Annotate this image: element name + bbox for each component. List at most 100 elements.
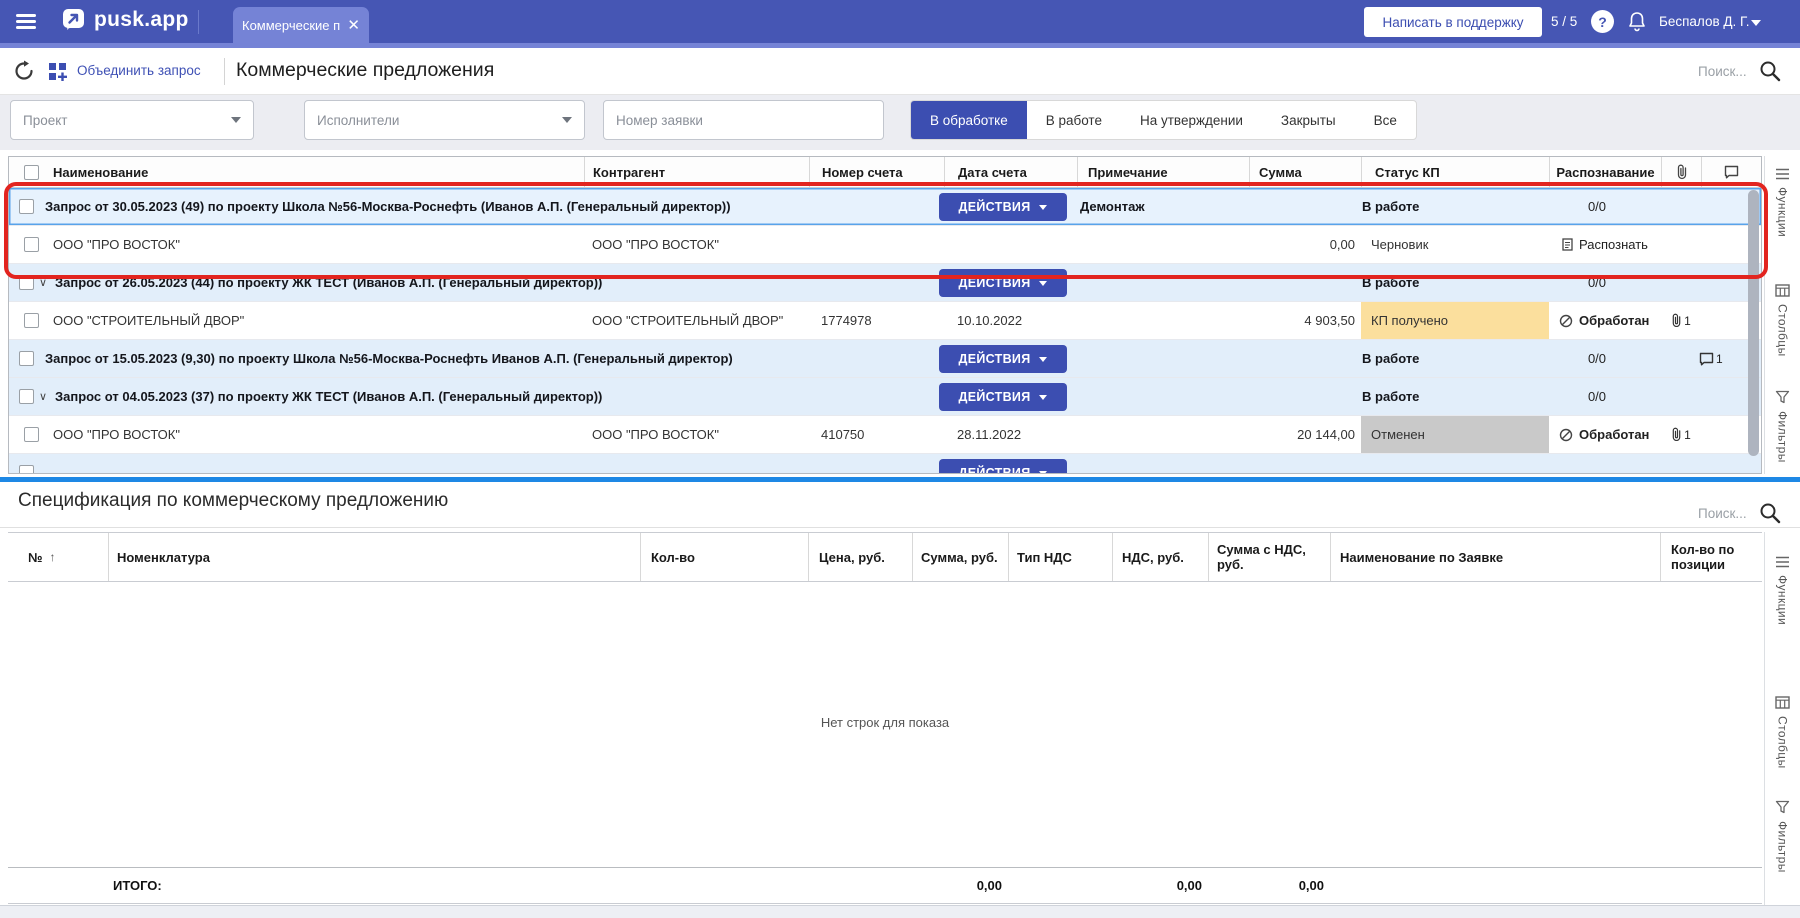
table-row-item-2[interactable]: ООО "СТРОИТЕЛЬНЫЙ ДВОР" ООО "СТРОИТЕЛЬНЫ… [9,302,1761,340]
attachment-count-label: 1 [1684,313,1691,328]
col-attachments[interactable] [1661,157,1701,187]
search-icon[interactable] [1758,59,1782,83]
panel-filters-label: Фильтры [1775,411,1790,463]
row-checkbox[interactable] [23,313,39,328]
col-invoice-number[interactable]: Номер счета [809,157,944,187]
tab-close-icon[interactable]: ✕ [347,18,360,33]
col-note[interactable]: Примечание [1077,157,1249,187]
tab-all[interactable]: Все [1355,101,1416,139]
top-app-bar: pusk.app Коммерческие предл ✕ Написать в… [0,0,1800,43]
hamburger-menu-icon[interactable] [16,14,36,29]
chevron-down-icon [1039,280,1048,286]
tab-label: Коммерческие предл [242,17,341,33]
panel-functions[interactable]: Функции [1765,556,1800,625]
col-num[interactable]: № ↑ [8,533,108,581]
col-request-name[interactable]: Наименование по Заявке [1330,533,1660,581]
app-logo[interactable]: pusk.app [62,8,189,32]
col-sum[interactable]: Сумма, руб. [912,533,1008,581]
col-status[interactable]: Статус КП [1361,157,1549,187]
col-qty-position[interactable]: Кол-во по позиции [1660,533,1762,581]
row-checkbox[interactable] [19,389,34,404]
col-comments[interactable] [1701,157,1761,187]
invoice-date-cell: 10.10.2022 [957,313,1023,328]
user-menu[interactable]: Беспалов Д. Г. [1659,14,1749,29]
collapse-chevron-icon[interactable]: ∨ [39,378,47,415]
collapse-chevron-icon[interactable]: ∨ [39,264,47,301]
row-checkbox[interactable] [19,465,34,473]
attachment-count[interactable]: 1 [1671,313,1691,328]
row-checkbox[interactable] [23,427,39,442]
recognize-button[interactable]: Распознать [1562,237,1648,252]
merge-request-link[interactable]: Объединить запрос [77,63,201,78]
app-name: pusk.app [94,8,189,31]
actions-button[interactable]: ДЕЙСТВИЯ [939,269,1067,297]
spec-search-placeholder[interactable]: Поиск... [1698,506,1747,521]
chevron-down-icon [562,117,572,123]
table-row-group-partial[interactable]: ДЕЙСТВИЯ [9,454,1761,473]
refresh-icon[interactable] [13,60,35,82]
request-number-input[interactable] [603,100,884,140]
col-price[interactable]: Цена, руб. [808,533,912,581]
attachment-count[interactable]: 1 [1671,427,1691,442]
help-icon[interactable]: ? [1591,10,1614,33]
panel-filters[interactable]: Фильтры [1765,390,1800,463]
sort-ascending-icon[interactable]: ↑ [50,550,56,565]
tab-in-processing[interactable]: В обработке [911,101,1027,139]
merge-request-icon[interactable] [48,62,69,83]
actions-button[interactable]: ДЕЙСТВИЯ [939,383,1067,411]
contragent-cell: ООО "СТРОИТЕЛЬНЫЙ ДВОР" [592,313,784,328]
col-sum[interactable]: Сумма [1249,157,1361,187]
tab-on-approval[interactable]: На утверждении [1121,101,1262,139]
row-checkbox[interactable] [19,199,34,214]
col-contragent[interactable]: Контрагент [584,157,809,187]
splitter-handle[interactable] [0,477,1800,482]
table-row-group-4[interactable]: ∨ Запрос от 04.05.2023 (37) по проекту Ж… [9,378,1761,416]
col-vat-type[interactable]: Тип НДС [1008,533,1112,581]
col-invoice-date[interactable]: Дата счета [944,157,1077,187]
totals-label: ИТОГО: [113,878,162,893]
columns-icon [1775,284,1790,297]
chevron-down-icon [1039,356,1048,362]
paperclip-icon [1677,164,1686,180]
row-checkbox[interactable] [19,275,34,290]
col-nomenclature[interactable]: Номенклатура [108,533,640,581]
panel-filters[interactable]: Фильтры [1765,800,1800,873]
col-vat[interactable]: НДС, руб. [1112,533,1208,581]
tab-closed[interactable]: Закрыты [1262,101,1355,139]
panel-columns[interactable]: Столбцы [1765,284,1800,357]
paperclip-icon [1672,427,1681,441]
tab-in-work[interactable]: В работе [1027,101,1121,139]
project-select[interactable]: Проект [10,100,254,140]
vertical-scrollbar-thumb[interactable] [1748,190,1759,456]
col-sum-vat[interactable]: Сумма с НДС, руб. [1208,533,1330,581]
actions-button[interactable]: ДЕЙСТВИЯ [939,193,1067,221]
actions-button[interactable]: ДЕЙСТВИЯ [939,459,1067,473]
panel-columns[interactable]: Столбцы [1765,696,1800,769]
user-caret-icon[interactable] [1751,20,1761,26]
spec-side-panel: Функции Столбцы Фильтры [1764,532,1800,905]
offers-search-placeholder[interactable]: Поиск... [1698,64,1747,79]
support-button[interactable]: Написать в поддержку [1364,7,1542,37]
col-recognition[interactable]: Распознавание [1549,157,1661,187]
actions-button-label: ДЕЙСТВИЯ [958,390,1031,404]
tab-commercial-offers[interactable]: Коммерческие предл ✕ [233,7,369,43]
actions-button-label: ДЕЙСТВИЯ [958,276,1031,290]
row-checkbox[interactable] [19,351,34,366]
bottom-scrollbar-track[interactable] [0,905,1800,918]
search-icon[interactable] [1758,501,1782,525]
row-checkbox[interactable] [23,237,39,252]
panel-functions[interactable]: Функции [1765,168,1800,237]
sum-cell: 20 144,00 [1297,427,1355,442]
actions-button[interactable]: ДЕЙСТВИЯ [939,345,1067,373]
col-qty[interactable]: Кол-во [640,533,808,581]
table-row-group-1[interactable]: Запрос от 30.05.2023 (49) по проекту Шко… [9,188,1761,226]
col-name[interactable]: Наименование [45,157,584,187]
table-row-group-3[interactable]: Запрос от 15.05.2023 (9,30) по проекту Ш… [9,340,1761,378]
table-row-item-1[interactable]: ООО "ПРО ВОСТОК" ООО "ПРО ВОСТОК" 0,00 Ч… [9,226,1761,264]
table-row-group-2[interactable]: ∨ Запрос от 26.05.2023 (44) по проекту Ж… [9,264,1761,302]
comment-count[interactable]: 1 [1699,340,1723,377]
executors-select[interactable]: Исполнители [304,100,585,140]
table-row-item-3[interactable]: ООО "ПРО ВОСТОК" ООО "ПРО ВОСТОК" 410750… [9,416,1761,454]
select-all-checkbox[interactable] [23,164,39,180]
notifications-bell-icon[interactable] [1627,11,1647,32]
